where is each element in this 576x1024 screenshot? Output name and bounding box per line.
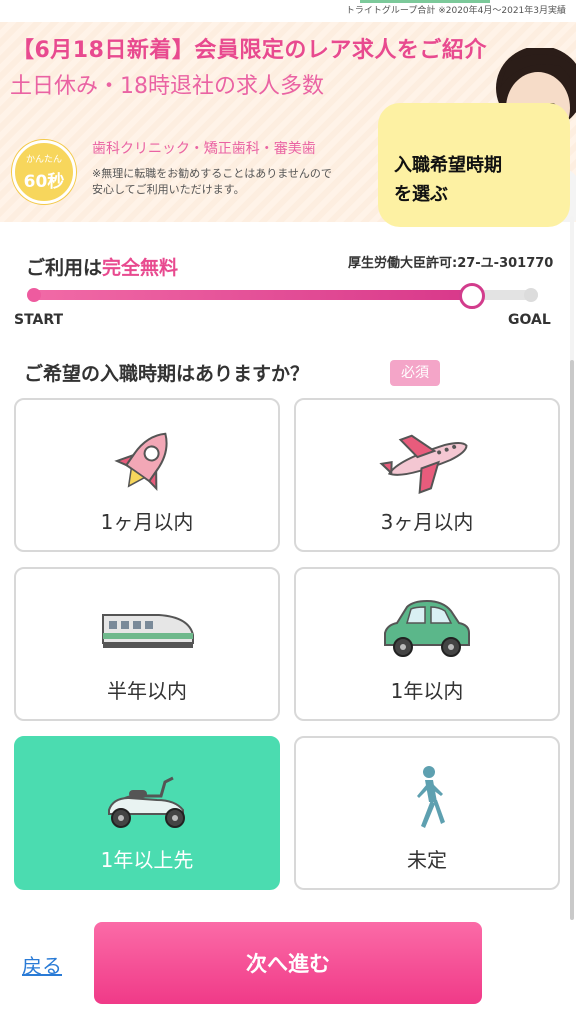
badge-main-text: 60秒 [23, 172, 65, 192]
option-half-year[interactable]: 半年以内 [14, 567, 280, 721]
bullet-train-icon [99, 595, 195, 663]
license-number: 厚生労働大臣許可:27-ユ-301770 [348, 256, 554, 271]
option-undecided[interactable]: 未定 [294, 736, 560, 890]
option-1-month[interactable]: 1ヶ月以内 [14, 398, 280, 552]
walking-person-icon [379, 764, 475, 832]
banner-note-line1: ※無理に転職をお勧めすることはありませんので [92, 167, 332, 180]
option-label: 1年以内 [390, 679, 464, 703]
progress-start-label: START [14, 312, 64, 328]
scrollbar-thumb[interactable] [570, 360, 574, 920]
option-label: 未定 [407, 848, 447, 872]
next-button[interactable]: 次へ進む [94, 922, 482, 1004]
banner-title: 【6月18日新着】会員限定のレア求人をご紹介 [12, 38, 487, 63]
progress-end-dot [524, 288, 538, 302]
top-strip: トライトグループ合計 ※2020年4月〜2021年3月実績 [0, 0, 576, 22]
callout-line2: を選ぶ [394, 184, 448, 205]
scooter-icon [99, 764, 195, 832]
option-label: 1ヶ月以内 [100, 510, 194, 534]
usage-label: ご利用は完全無料 [26, 253, 178, 280]
instruction-callout: 入職希望時期 を選ぶ [378, 103, 570, 227]
progress-start-dot [27, 288, 41, 302]
banner-note-line2: 安心してご利用いただけます。 [92, 183, 245, 196]
option-over-1-year[interactable]: 1年以上先 [14, 736, 280, 890]
results-note: トライトグループ合計 ※2020年4月〜2021年3月実績 [345, 6, 566, 16]
car-icon [379, 595, 475, 663]
progress-knob [459, 283, 485, 309]
question-heading: ご希望の入職時期はありますか？ [24, 363, 310, 385]
required-badge: 必須 [390, 360, 440, 386]
progress-goal-label: GOAL [508, 312, 551, 328]
usage-prefix: ご利用は [26, 257, 103, 279]
progress-fill [34, 290, 472, 300]
airplane-icon [379, 426, 475, 494]
back-link[interactable]: 戻る [22, 950, 62, 979]
usage-free-text: 完全無料 [102, 257, 179, 279]
callout-line1: 入職希望時期 [394, 155, 502, 176]
sixty-seconds-badge: かんたん 60秒 [12, 140, 76, 204]
option-1-year[interactable]: 1年以内 [294, 567, 560, 721]
banner-tags: 歯科クリニック・矯正歯科・審美歯 [92, 141, 316, 157]
rocket-icon [99, 426, 195, 494]
option-label: 1年以上先 [100, 848, 194, 872]
badge-top-text: かんたん [25, 155, 62, 165]
option-label: 半年以内 [107, 679, 187, 703]
option-3-months[interactable]: 3ヶ月以内 [294, 398, 560, 552]
banner-subtitle: 土日休み・18時退社の求人多数 [10, 74, 324, 99]
option-label: 3ヶ月以内 [380, 510, 474, 534]
